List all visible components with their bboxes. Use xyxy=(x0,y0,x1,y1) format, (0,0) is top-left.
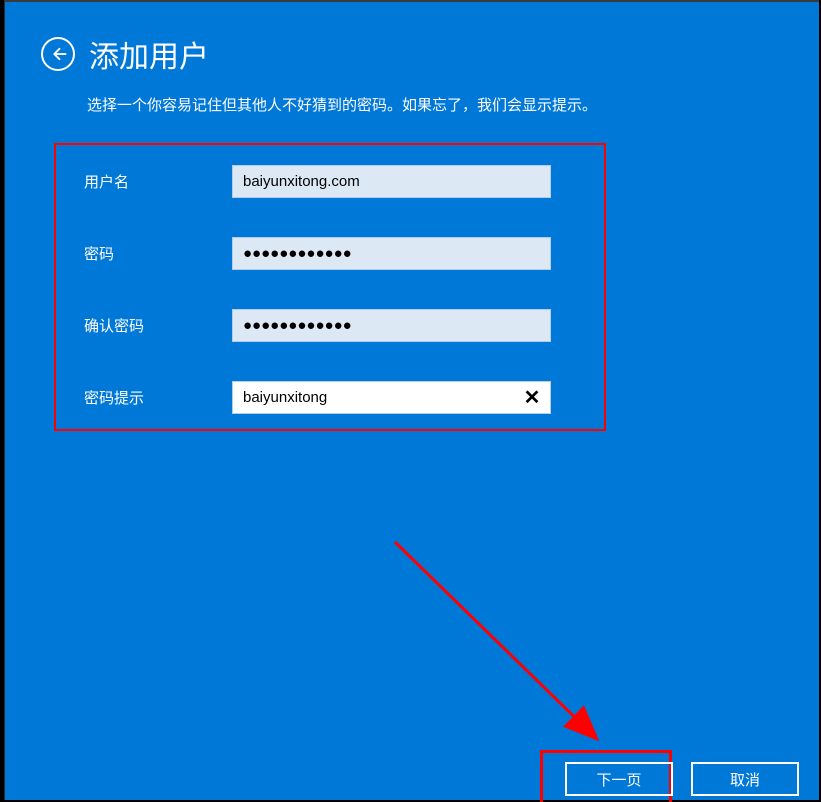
header: 添加用户 xyxy=(5,2,819,84)
cancel-button[interactable]: 取消 xyxy=(691,762,799,796)
password-hint-label: 密码提示 xyxy=(56,387,232,408)
page-subtitle: 选择一个你容易记住但其他人不好猜到的密码。如果忘了，我们会显示提示。 xyxy=(5,84,819,115)
confirm-password-label: 确认密码 xyxy=(56,315,232,336)
username-input[interactable] xyxy=(232,165,551,198)
password-hint-input[interactable] xyxy=(232,381,551,414)
form-highlight-box: 用户名 密码 确认密码 密码提示 ✕ xyxy=(54,143,606,431)
username-row: 用户名 xyxy=(56,145,604,217)
arrow-annotation xyxy=(385,532,645,772)
password-hint-row: 密码提示 ✕ xyxy=(56,361,604,433)
username-label: 用户名 xyxy=(56,171,232,192)
add-user-window: 添加用户 选择一个你容易记住但其他人不好猜到的密码。如果忘了，我们会显示提示。 … xyxy=(4,0,819,800)
next-button[interactable]: 下一页 xyxy=(565,762,673,796)
button-bar: 下一页 取消 xyxy=(565,762,799,796)
arrow-left-icon xyxy=(49,45,67,63)
clear-input-button[interactable]: ✕ xyxy=(513,381,551,414)
page-title: 添加用户 xyxy=(89,32,209,76)
confirm-password-input[interactable] xyxy=(232,309,551,342)
password-input[interactable] xyxy=(232,237,551,270)
close-icon: ✕ xyxy=(524,385,541,410)
back-button[interactable] xyxy=(41,37,75,71)
password-label: 密码 xyxy=(56,243,232,264)
confirm-password-row: 确认密码 xyxy=(56,289,604,361)
password-row: 密码 xyxy=(56,217,604,289)
